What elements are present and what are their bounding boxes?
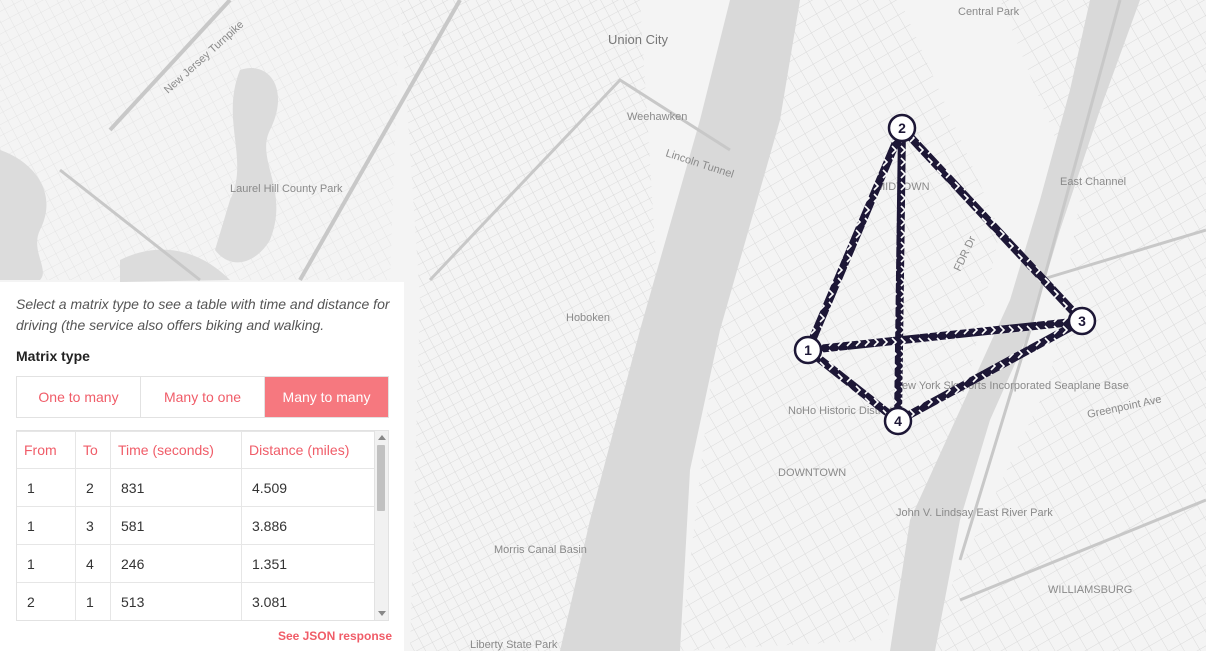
tab-one-to-many[interactable]: One to many [17, 377, 141, 417]
cell-from: 1 [17, 506, 76, 545]
map-label-downtown: DOWNTOWN [778, 467, 846, 479]
header-distance: Distance (miles) [241, 431, 375, 469]
marker-label: 3 [1078, 313, 1086, 329]
map-label-hoboken: Hoboken [566, 312, 610, 324]
cell-distance: 4.509 [241, 468, 375, 507]
table-row: 1 4 246 1.351 [17, 544, 375, 583]
map-label-lindsay-park: John V. Lindsay East River Park [896, 507, 1053, 519]
scrollbar-thumb[interactable] [377, 445, 385, 511]
matrix-type-tabs: One to many Many to one Many to many [16, 376, 389, 418]
table-row: 1 3 581 3.886 [17, 506, 375, 545]
matrix-table: From To Time (seconds) Distance (miles) … [17, 431, 375, 620]
map-label-union-city: Union City [608, 32, 668, 47]
map-label-skyports: New York Skyports Incorporated Seaplane … [894, 380, 1129, 392]
cell-time: 513 [110, 582, 242, 620]
tab-many-to-many[interactable]: Many to many [265, 377, 388, 417]
map-label-liberty-park: Liberty State Park [470, 639, 558, 651]
see-json-response-link[interactable]: See JSON response [278, 629, 392, 643]
matrix-panel: Select a matrix type to see a table with… [0, 282, 404, 651]
map-label-williamsburg: WILLIAMSBURG [1048, 584, 1132, 596]
scroll-up-arrow-icon[interactable] [378, 435, 386, 440]
map-marker-2[interactable]: 2 [887, 113, 917, 143]
map-label-central-park: Central Park [958, 6, 1020, 18]
cell-to: 1 [75, 582, 111, 620]
cell-to: 3 [75, 506, 111, 545]
map-label-weehawken: Weehawken [627, 111, 687, 123]
map-marker-4[interactable]: 4 [883, 406, 913, 436]
matrix-type-label: Matrix type [16, 348, 90, 364]
map-marker-3[interactable]: 3 [1067, 306, 1097, 336]
west-street-grid [0, 0, 400, 280]
table-scrollbar[interactable] [374, 431, 388, 620]
cell-distance: 3.886 [241, 506, 375, 545]
cell-from: 1 [17, 544, 76, 583]
cell-distance: 3.081 [241, 582, 375, 620]
tab-many-to-one[interactable]: Many to one [141, 377, 265, 417]
map-label-morris-canal: Morris Canal Basin [494, 544, 587, 556]
map-label-laurel-hill: Laurel Hill County Park [230, 183, 343, 195]
intro-text: Select a matrix type to see a table with… [16, 296, 390, 333]
marker-label: 1 [804, 342, 812, 358]
cell-to: 2 [75, 468, 111, 507]
scroll-down-arrow-icon[interactable] [378, 611, 386, 616]
cell-to: 4 [75, 544, 111, 583]
marker-label: 2 [898, 120, 906, 136]
header-to: To [75, 431, 111, 469]
map-marker-1[interactable]: 1 [793, 335, 823, 365]
cell-time: 246 [110, 544, 242, 583]
table-row: 2 1 513 3.081 [17, 582, 375, 620]
cell-time: 831 [110, 468, 242, 507]
header-time: Time (seconds) [110, 431, 242, 469]
cell-from: 1 [17, 468, 76, 507]
header-from: From [17, 431, 76, 469]
route-2-4 [894, 127, 906, 422]
marker-label: 4 [894, 413, 902, 429]
cell-from: 2 [17, 582, 76, 620]
table-row: 1 2 831 4.509 [17, 468, 375, 507]
map-label-east-channel: East Channel [1060, 176, 1126, 188]
cell-time: 581 [110, 506, 242, 545]
cell-distance: 1.351 [241, 544, 375, 583]
matrix-table-container[interactable]: From To Time (seconds) Distance (miles) … [16, 430, 389, 621]
table-header-row: From To Time (seconds) Distance (miles) [17, 431, 375, 469]
